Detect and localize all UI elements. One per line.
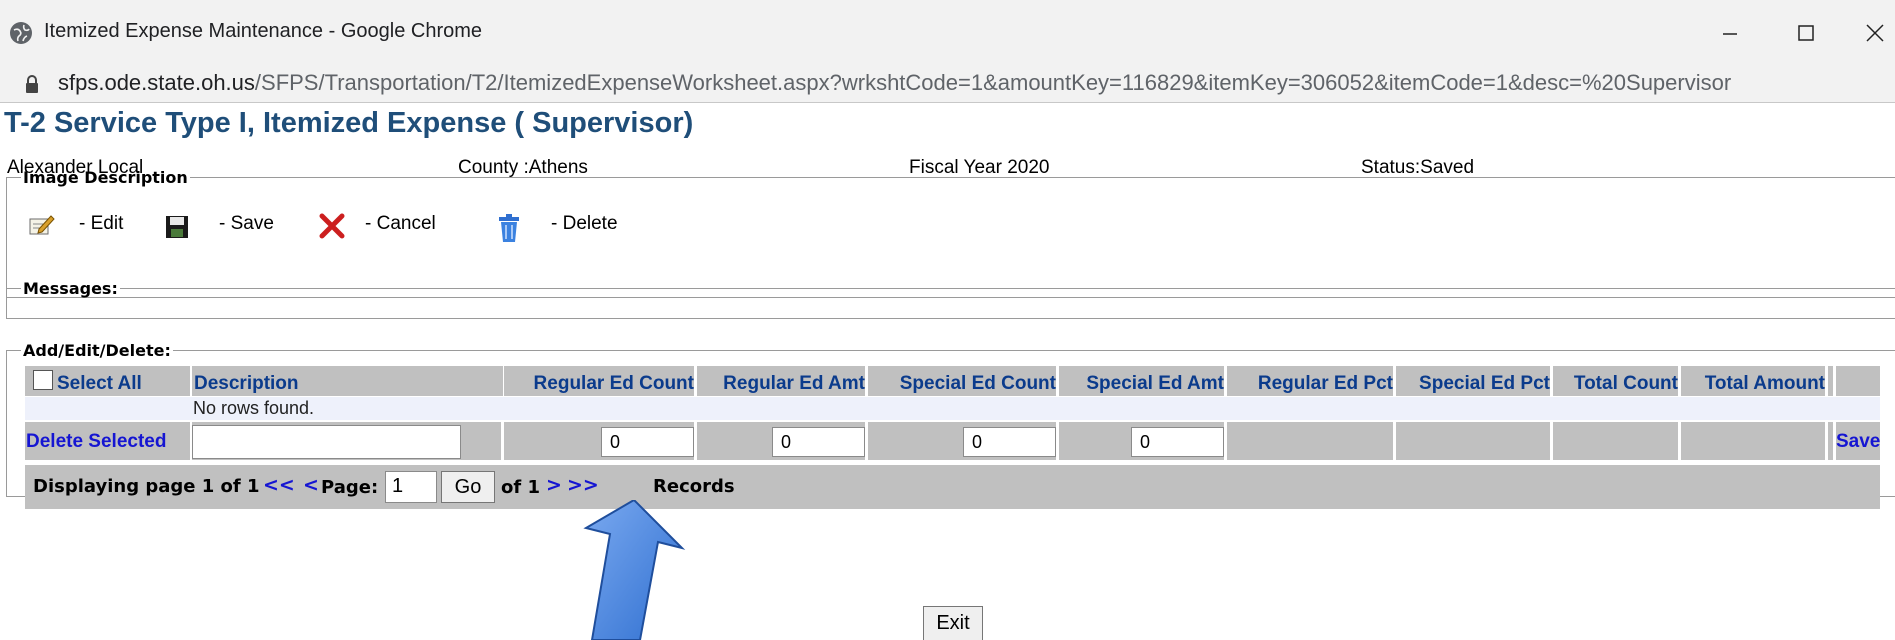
window-titlebar: Itemized Expense Maintenance - Google Ch… xyxy=(0,0,1895,67)
pager-displaying: Displaying page 1 of 1 xyxy=(33,476,260,497)
delete-selected-cell: Delete Selected xyxy=(25,422,190,460)
page-content: T-2 Service Type I, Itemized Expense ( S… xyxy=(0,103,1895,640)
first-page-link[interactable]: << xyxy=(263,474,295,496)
lock-icon xyxy=(24,74,40,99)
header-spacer xyxy=(1828,366,1833,396)
total-count-header[interactable]: Total Count xyxy=(1553,366,1678,396)
special-ed-pct-cell xyxy=(1396,422,1550,460)
annotation-arrow-icon xyxy=(583,500,686,640)
special-ed-amt-cell: 0 xyxy=(1059,422,1224,460)
edit-icon xyxy=(29,213,55,243)
regular-ed-count-input[interactable]: 0 xyxy=(601,427,694,457)
exit-button[interactable]: Exit xyxy=(923,606,983,640)
total-amount-header[interactable]: Total Amount xyxy=(1681,366,1825,396)
minimize-button[interactable] xyxy=(1710,16,1750,50)
save-legend-label: - Save xyxy=(219,213,274,234)
pager-bar: Displaying page 1 of 1 << < Page: 1 Go o… xyxy=(25,465,1880,509)
regular-ed-amt-input[interactable]: 0 xyxy=(772,427,865,457)
regular-ed-pct-cell xyxy=(1227,422,1393,460)
special-ed-pct-header[interactable]: Special Ed Pct xyxy=(1396,366,1550,396)
special-ed-amt-header[interactable]: Special Ed Amt xyxy=(1059,366,1224,396)
total-amount-cell xyxy=(1681,422,1825,460)
records-text: Records xyxy=(653,476,735,497)
select-all-checkbox[interactable] xyxy=(33,370,53,390)
header-action xyxy=(1836,366,1880,396)
description-input[interactable] xyxy=(192,425,461,459)
page-label: Page: xyxy=(321,477,379,498)
regular-ed-amt-cell: 0 xyxy=(697,422,865,460)
delete-legend-label: - Delete xyxy=(551,213,618,234)
add-edit-delete-legend: Add/Edit/Delete: xyxy=(23,341,171,360)
special-ed-count-input[interactable]: 0 xyxy=(963,427,1056,457)
special-ed-amt-input[interactable]: 0 xyxy=(1131,427,1224,457)
window-title: Itemized Expense Maintenance - Google Ch… xyxy=(44,20,483,42)
spacer-cell xyxy=(1828,422,1833,460)
regular-ed-count-header[interactable]: Regular Ed Count xyxy=(504,366,694,396)
cancel-legend-label: - Cancel xyxy=(365,213,436,234)
maximize-button[interactable] xyxy=(1786,16,1826,50)
image-description-legend: Image Description xyxy=(23,168,188,187)
regular-ed-pct-header[interactable]: Regular Ed Pct xyxy=(1227,366,1393,396)
messages-panel: Messages: xyxy=(6,279,1895,319)
messages-legend: Messages: xyxy=(23,279,118,298)
cancel-x-icon xyxy=(319,213,345,245)
edit-legend-label: - Edit xyxy=(79,213,124,234)
last-page-link[interactable]: >> xyxy=(567,474,599,496)
next-page-link[interactable]: > xyxy=(546,474,562,496)
no-rows-text: No rows found. xyxy=(193,398,315,418)
description-cell xyxy=(192,422,501,460)
empty-row: No rows found. xyxy=(25,397,1880,420)
trash-icon xyxy=(497,213,521,249)
delete-selected-link[interactable]: Delete Selected xyxy=(26,431,166,453)
url-text[interactable]: sfps.ode.state.oh.us/SFPS/Transportation… xyxy=(58,70,1731,96)
save-link[interactable]: Save xyxy=(1836,431,1880,453)
url-host: sfps.ode.state.oh.us xyxy=(58,70,255,95)
address-bar[interactable]: sfps.ode.state.oh.us/SFPS/Transportation… xyxy=(0,66,1895,103)
select-all-label[interactable]: Select All xyxy=(57,366,142,396)
go-button[interactable]: Go xyxy=(441,471,495,503)
page-title: T-2 Service Type I, Itemized Expense ( S… xyxy=(4,107,694,139)
total-count-cell xyxy=(1553,422,1678,460)
url-path: /SFPS/Transportation/T2/ItemizedExpenseW… xyxy=(254,70,1732,95)
save-cell: Save xyxy=(1836,422,1880,460)
regular-ed-amt-header[interactable]: Regular Ed Amt xyxy=(697,366,865,396)
select-all-header: Select All xyxy=(25,366,190,396)
of-pages-text: of 1 xyxy=(501,477,540,498)
prev-page-link[interactable]: < xyxy=(303,474,319,496)
special-ed-count-header[interactable]: Special Ed Count xyxy=(868,366,1056,396)
special-ed-count-cell: 0 xyxy=(868,422,1056,460)
globe-icon xyxy=(10,22,32,44)
close-button[interactable] xyxy=(1855,16,1895,50)
save-disk-icon xyxy=(165,215,189,245)
expense-grid: Select All Description Regular Ed Count … xyxy=(25,366,1880,511)
page-number-input[interactable]: 1 xyxy=(385,471,437,503)
description-header[interactable]: Description xyxy=(192,366,503,396)
regular-ed-count-cell: 0 xyxy=(504,422,694,460)
